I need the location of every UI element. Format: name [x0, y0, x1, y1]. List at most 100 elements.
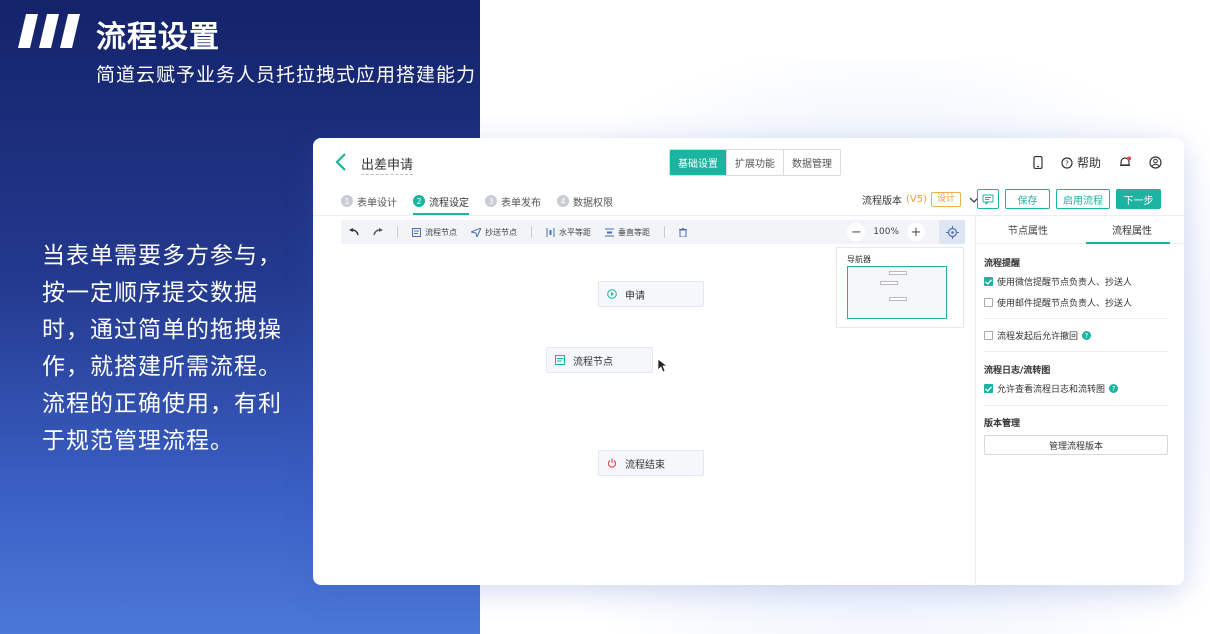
zoom-level: 100%	[873, 227, 899, 237]
add-cc-node-button[interactable]: 抄送节点	[471, 227, 517, 238]
tab-extensions[interactable]: 扩展功能	[726, 150, 783, 175]
help-label: 帮助	[1076, 156, 1101, 170]
version-value: (V5)	[906, 194, 928, 205]
node-label: 申请	[625, 290, 645, 302]
allow-log-option[interactable]: 允许查看流程日志和流转图 ?	[984, 382, 1168, 395]
flow-node-end[interactable]: 流程结束	[598, 450, 704, 476]
checkbox-checked[interactable]	[984, 277, 993, 286]
check-icon	[985, 385, 992, 392]
flow-node-apply[interactable]: 申请	[598, 281, 704, 307]
form-node-icon	[412, 227, 421, 237]
cc-node-label: 抄送节点	[485, 227, 517, 237]
help-circle-icon: ?	[1061, 156, 1073, 169]
tab-node-properties[interactable]: 节点属性	[976, 216, 1080, 243]
allow-withdraw-label: 流程发起后允许撤回	[997, 332, 1079, 342]
tab-process-properties[interactable]: 流程属性	[1080, 216, 1184, 244]
toolbar-separator	[531, 226, 532, 238]
step-label: 数据权限	[573, 197, 613, 209]
play-circle-icon	[607, 289, 617, 299]
node-label: 流程节点	[573, 356, 613, 368]
undo-button[interactable]	[349, 228, 359, 236]
comment-button[interactable]	[977, 189, 999, 209]
redo-button[interactable]	[373, 228, 383, 236]
step-number: 1	[341, 195, 353, 207]
redo-icon	[373, 228, 383, 236]
reminder-heading: 流程提醒	[984, 259, 1021, 269]
zoom-controls: − 100% +	[847, 223, 925, 241]
locate-button[interactable]	[939, 220, 965, 244]
step-number: 4	[557, 195, 569, 207]
next-step-button[interactable]: 下一步	[1116, 189, 1161, 209]
tab-basic-settings[interactable]: 基础设置	[670, 150, 726, 175]
tab-data-management[interactable]: 数据管理	[783, 150, 840, 175]
properties-panel: 节点属性 流程属性 流程提醒 使用微信提醒节点负责人、抄送人 使用邮件提醒节点负…	[975, 216, 1184, 585]
step-number: 2	[413, 195, 425, 207]
mail-reminder-option[interactable]: 使用邮件提醒节点负责人、抄送人	[984, 296, 1168, 309]
mini-node	[880, 281, 898, 285]
vertical-distribute-label: 垂直等距	[618, 227, 650, 237]
help-icon[interactable]: ?	[1082, 331, 1092, 340]
mobile-icon	[1033, 156, 1043, 169]
manage-versions-button[interactable]: 管理流程版本	[984, 435, 1168, 455]
step-form-design[interactable]: 1 表单设计	[341, 190, 397, 212]
mouse-cursor-icon	[658, 359, 668, 373]
delete-button[interactable]	[679, 227, 687, 237]
step-data-permission[interactable]: 4 数据权限	[557, 190, 613, 212]
wechat-reminder-label: 使用微信提醒节点负责人、抄送人	[997, 278, 1133, 288]
toolbar-separator	[664, 226, 665, 238]
flow-node-process[interactable]: 流程节点	[546, 347, 653, 373]
enable-process-button[interactable]: 启用流程	[1056, 189, 1110, 209]
zoom-in-button[interactable]: +	[907, 223, 925, 241]
trash-icon	[679, 227, 687, 237]
zoom-out-button[interactable]: −	[847, 223, 866, 241]
allow-log-label: 允许查看流程日志和流转图	[997, 385, 1106, 395]
section-divider	[984, 318, 1168, 319]
slide-subtitle: 简道云赋予业务人员托拉拽式应用搭建能力	[96, 64, 477, 86]
form-node-icon	[555, 355, 565, 365]
user-menu-button[interactable]	[1149, 156, 1162, 169]
user-avatar-icon	[1149, 156, 1162, 169]
version-selector[interactable]: 流程版本 (V5) 设计	[862, 192, 979, 207]
canvas-toolbar: 流程节点 抄送节点 水平等距 垂直等距 − 100% +	[341, 220, 965, 244]
step-process-settings[interactable]: 2 流程设定	[413, 190, 469, 215]
navigator-viewport[interactable]	[847, 266, 947, 319]
mini-node	[889, 297, 907, 301]
save-button[interactable]: 保存	[1005, 189, 1050, 209]
section-divider	[984, 351, 1168, 352]
allow-withdraw-option[interactable]: 流程发起后允许撤回 ?	[984, 329, 1168, 342]
vertical-distribute-button[interactable]: 垂直等距	[605, 227, 650, 238]
withdraw-section: 流程发起后允许撤回 ?	[984, 329, 1168, 350]
form-name[interactable]: 出差申请	[361, 154, 414, 175]
wechat-reminder-option[interactable]: 使用微信提醒节点负责人、抄送人	[984, 275, 1168, 288]
slash-logo-icon	[18, 14, 80, 48]
help-icon[interactable]: ?	[1109, 384, 1119, 393]
node-label: 流程结束	[625, 459, 665, 471]
step-number: 3	[485, 195, 497, 207]
step-form-publish[interactable]: 3 表单发布	[485, 190, 541, 212]
horizontal-distribute-icon	[546, 227, 555, 237]
design-badge: 设计	[931, 192, 962, 207]
step-label: 流程设定	[429, 197, 469, 209]
process-node-label: 流程节点	[425, 227, 457, 237]
notification-button[interactable]	[1119, 156, 1131, 169]
checkbox-unchecked[interactable]	[984, 298, 993, 307]
undo-icon	[349, 228, 359, 236]
back-arrow-icon[interactable]	[333, 152, 349, 172]
power-icon	[607, 458, 617, 468]
message-icon	[982, 194, 994, 205]
header-icons: ? 帮助	[1033, 154, 1162, 171]
app-window: 出差申请 基础设置 扩展功能 数据管理 ? 帮助 1 表单设计 2 流程设定 3	[313, 138, 1184, 585]
mobile-preview-button[interactable]	[1033, 156, 1043, 169]
properties-tabs: 节点属性 流程属性	[976, 216, 1184, 244]
horizontal-distribute-button[interactable]: 水平等距	[546, 227, 591, 238]
checkbox-checked[interactable]	[984, 384, 993, 393]
mail-reminder-label: 使用邮件提醒节点负责人、抄送人	[997, 299, 1133, 309]
navigator-minimap[interactable]: 导航器	[836, 247, 964, 328]
help-button[interactable]: ? 帮助	[1061, 154, 1101, 171]
bell-icon	[1120, 156, 1131, 166]
checkbox-unchecked[interactable]	[984, 331, 993, 340]
send-icon	[471, 227, 481, 237]
crosshair-icon	[945, 225, 959, 239]
add-process-node-button[interactable]: 流程节点	[412, 227, 457, 238]
section-divider	[984, 405, 1168, 406]
